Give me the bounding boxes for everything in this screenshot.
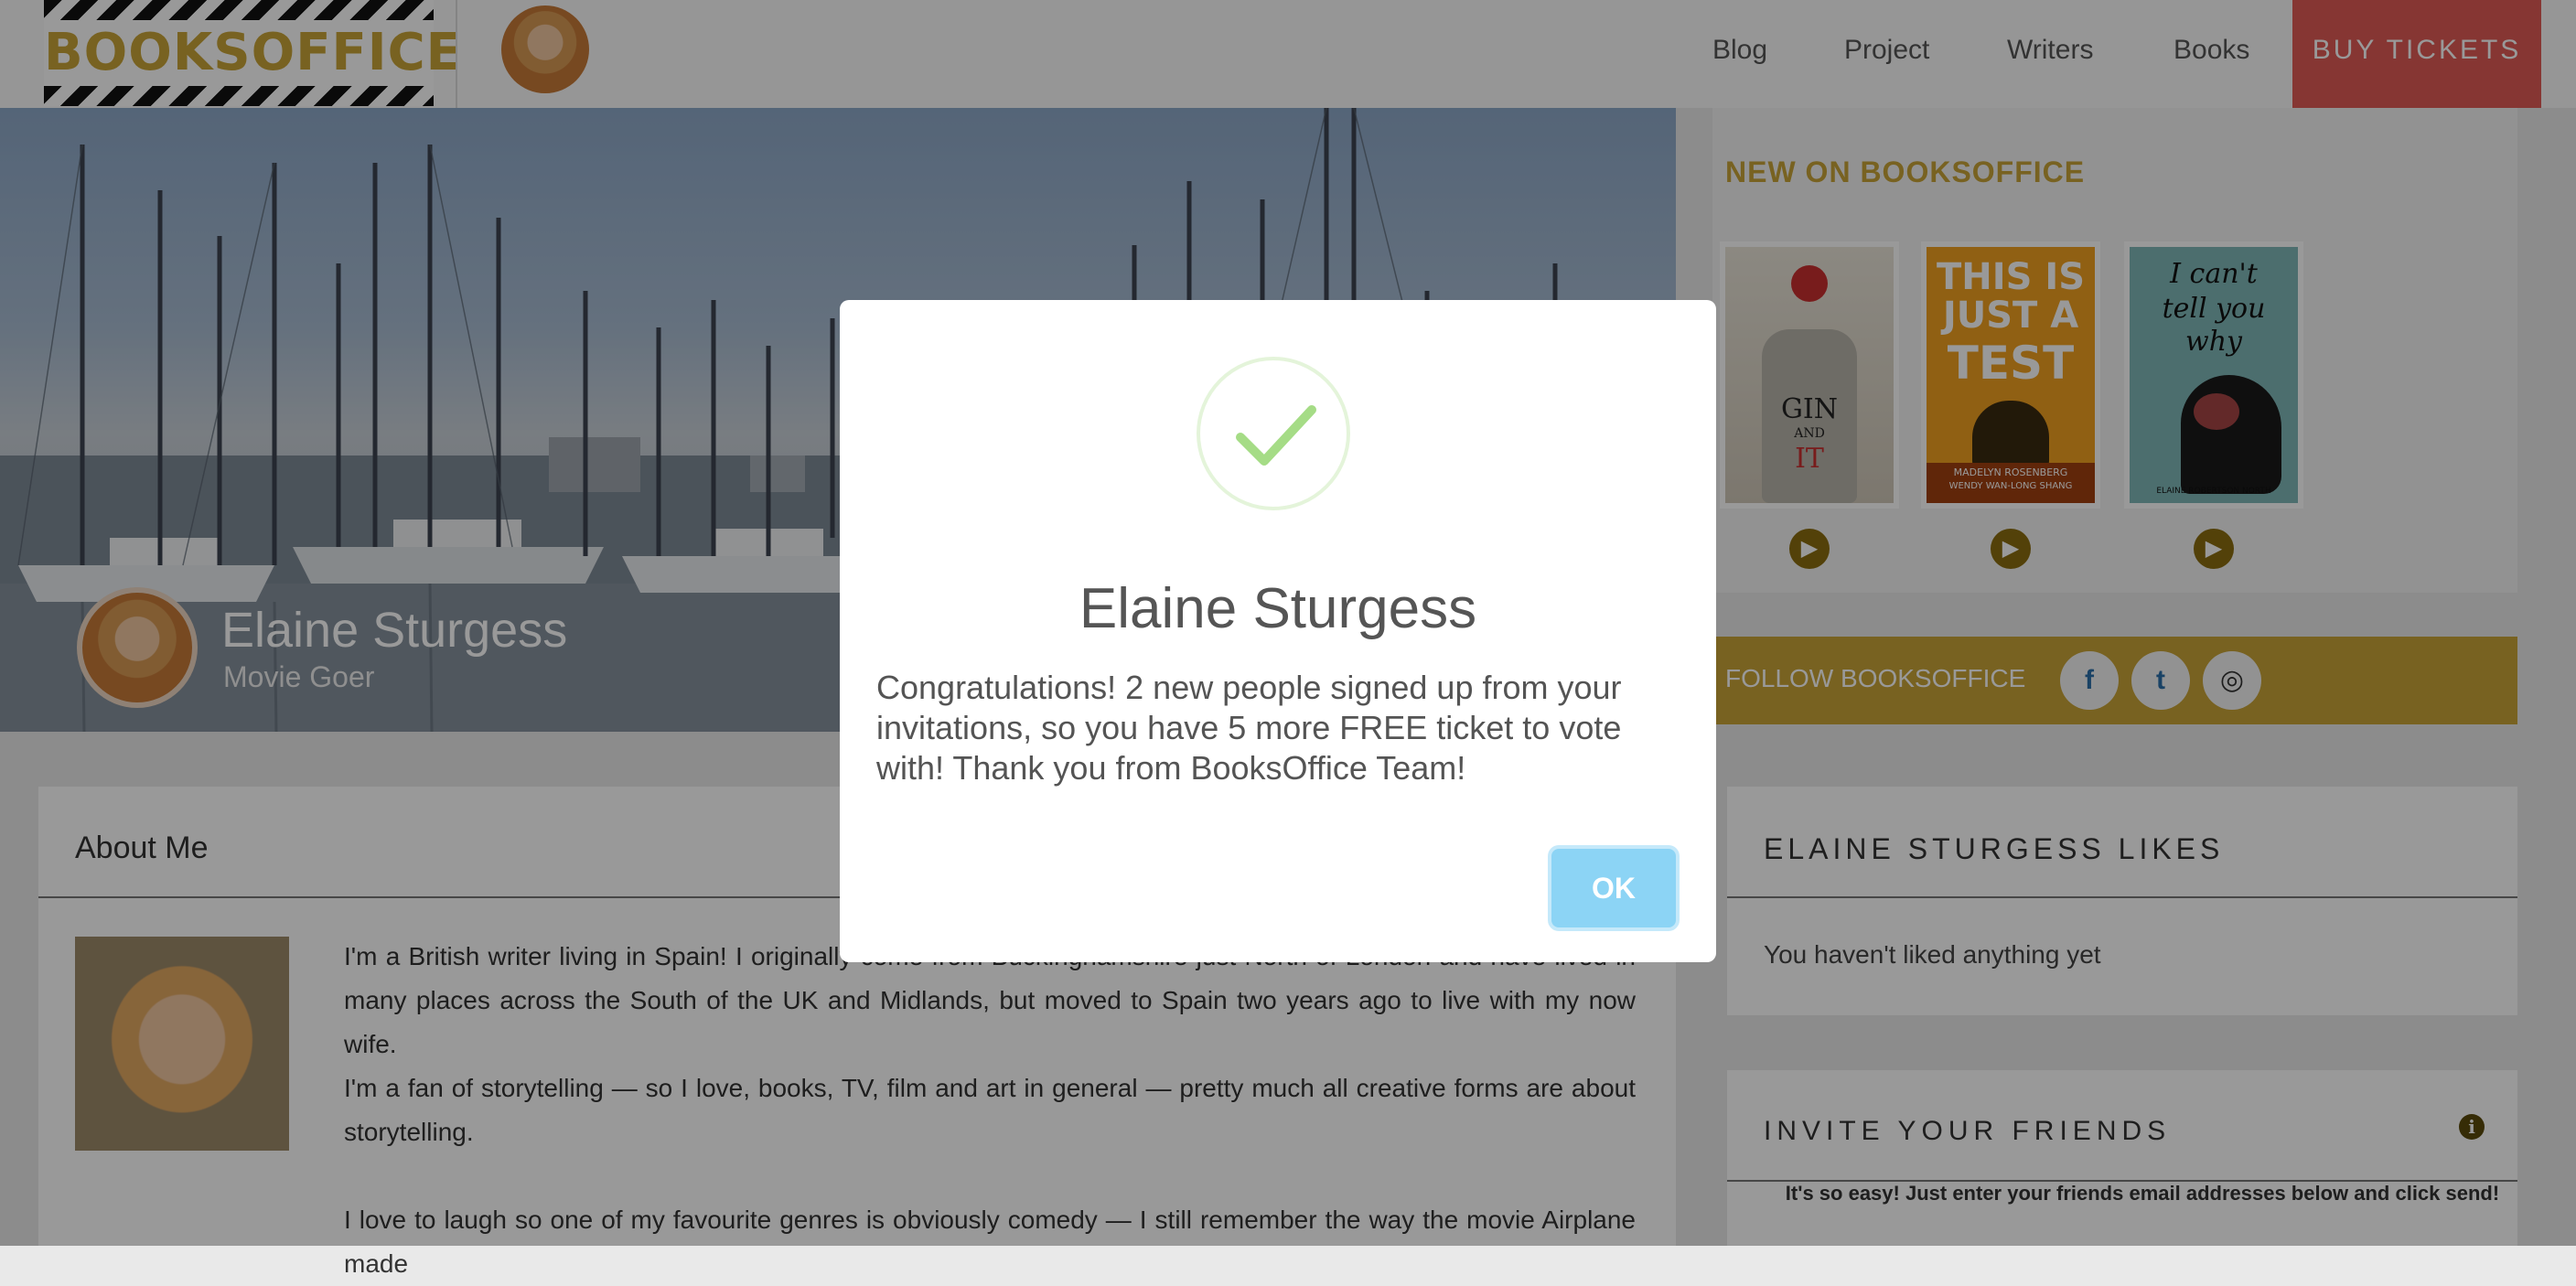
success-check-icon	[1197, 357, 1350, 510]
dialog-message: Congratulations! 2 new people signed up …	[876, 669, 1622, 787]
dialog-title: Elaine Sturgess	[1079, 577, 1477, 640]
ok-button[interactable]: OK	[1551, 849, 1676, 927]
success-dialog: Elaine Sturgess Congratulations! 2 new p…	[840, 300, 1716, 962]
